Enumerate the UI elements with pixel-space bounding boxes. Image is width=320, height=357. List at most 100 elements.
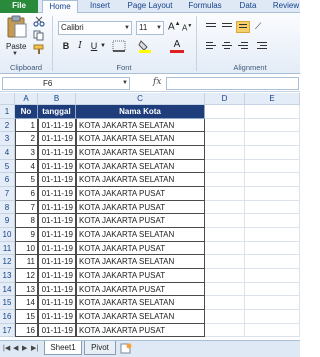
bold-button[interactable]: B: [60, 39, 72, 53]
empty-cell[interactable]: [245, 105, 300, 119]
paste-icon[interactable]: [6, 15, 28, 39]
empty-cell[interactable]: [245, 268, 300, 283]
table-header-cell[interactable]: No: [15, 105, 38, 119]
column-header-a[interactable]: A: [15, 93, 38, 105]
shrink-font-icon[interactable]: A▼: [182, 23, 192, 33]
insert-function-icon[interactable]: fx: [153, 77, 161, 87]
column-header-b[interactable]: B: [38, 93, 76, 105]
empty-cell[interactable]: [245, 309, 300, 324]
tab-file[interactable]: File: [0, 0, 38, 13]
table-cell[interactable]: 15: [15, 309, 38, 324]
font-size-dropdown[interactable]: 11 ▼: [136, 21, 164, 35]
empty-cell[interactable]: [205, 296, 245, 310]
orientation-icon[interactable]: ⟋: [255, 21, 269, 33]
empty-cell[interactable]: [205, 214, 245, 228]
table-cell[interactable]: 11: [15, 255, 38, 269]
empty-cell[interactable]: [245, 200, 300, 215]
table-header-cell[interactable]: Nama Kota: [76, 105, 205, 119]
empty-cell[interactable]: [205, 255, 245, 269]
sheet-tab-pivot[interactable]: Pivot: [84, 341, 116, 355]
empty-cell[interactable]: [245, 255, 300, 269]
row-header[interactable]: 14: [0, 282, 15, 297]
empty-cell[interactable]: [245, 159, 300, 174]
empty-cell[interactable]: [245, 296, 300, 310]
empty-cell[interactable]: [245, 214, 300, 228]
table-cell[interactable]: 13: [15, 282, 38, 297]
table-cell[interactable]: 14: [15, 296, 38, 310]
row-header[interactable]: 10: [0, 227, 15, 242]
align-center-icon[interactable]: [220, 40, 234, 52]
table-cell[interactable]: 3: [15, 145, 38, 160]
grow-font-icon[interactable]: A▲: [168, 21, 181, 32]
row-header[interactable]: 1: [0, 105, 15, 119]
table-cell[interactable]: 01-11-19: [38, 145, 76, 160]
table-cell[interactable]: KOTA JAKARTA SELATAN: [76, 159, 205, 174]
borders-icon[interactable]: [112, 40, 126, 52]
empty-cell[interactable]: [245, 132, 300, 146]
table-cell[interactable]: KOTA JAKARTA SELATAN: [76, 145, 205, 160]
table-cell[interactable]: 01-11-19: [38, 118, 76, 133]
empty-cell[interactable]: [205, 132, 245, 146]
tab-page-layout[interactable]: Page Layout: [122, 0, 178, 13]
empty-cell[interactable]: [205, 105, 245, 119]
row-header[interactable]: 2: [0, 118, 15, 133]
table-cell[interactable]: KOTA JAKARTA PUSAT: [76, 214, 205, 228]
decrease-indent-icon[interactable]: [255, 40, 269, 52]
empty-cell[interactable]: [205, 323, 245, 338]
tab-home[interactable]: Home: [42, 0, 78, 14]
paste-dropdown-icon[interactable]: ▼: [12, 51, 18, 57]
empty-cell[interactable]: [205, 186, 245, 201]
tab-data[interactable]: Data: [234, 0, 262, 13]
row-header[interactable]: 8: [0, 200, 15, 215]
sheet-tab-sheet1[interactable]: Sheet1: [44, 341, 82, 355]
table-cell[interactable]: 4: [15, 159, 38, 174]
table-cell[interactable]: 01-11-19: [38, 309, 76, 324]
row-header[interactable]: 5: [0, 159, 15, 174]
fill-color-icon[interactable]: [138, 39, 152, 53]
empty-cell[interactable]: [245, 227, 300, 242]
row-header[interactable]: 17: [0, 323, 15, 338]
row-header[interactable]: 9: [0, 214, 15, 228]
paste-button[interactable]: Paste: [6, 42, 26, 51]
empty-cell[interactable]: [245, 173, 300, 187]
chevron-down-icon[interactable]: ▼: [99, 39, 107, 53]
table-cell[interactable]: KOTA JAKARTA SELATAN: [76, 227, 205, 242]
table-cell[interactable]: 01-11-19: [38, 173, 76, 187]
empty-cell[interactable]: [245, 145, 300, 160]
table-cell[interactable]: KOTA JAKARTA SELATAN: [76, 173, 205, 187]
table-cell[interactable]: 01-11-19: [38, 227, 76, 242]
table-cell[interactable]: 9: [15, 227, 38, 242]
empty-cell[interactable]: [205, 241, 245, 256]
table-cell[interactable]: 2: [15, 132, 38, 146]
empty-cell[interactable]: [245, 186, 300, 201]
table-cell[interactable]: 10: [15, 241, 38, 256]
table-cell[interactable]: KOTA JAKARTA SELATAN: [76, 296, 205, 310]
empty-cell[interactable]: [245, 241, 300, 256]
row-header[interactable]: 7: [0, 186, 15, 201]
row-header[interactable]: 15: [0, 296, 15, 310]
align-bottom-icon[interactable]: [236, 21, 250, 33]
table-cell[interactable]: KOTA JAKARTA PUSAT: [76, 186, 205, 201]
row-header[interactable]: 12: [0, 255, 15, 269]
italic-button[interactable]: I: [74, 39, 86, 53]
align-middle-icon[interactable]: [220, 21, 234, 33]
row-header[interactable]: 3: [0, 132, 15, 146]
table-cell[interactable]: 7: [15, 200, 38, 215]
table-cell[interactable]: KOTA JAKARTA PUSAT: [76, 241, 205, 256]
empty-cell[interactable]: [245, 323, 300, 338]
column-header-c[interactable]: C: [76, 93, 205, 105]
tab-review[interactable]: Review: [266, 0, 306, 13]
table-cell[interactable]: 12: [15, 268, 38, 283]
table-cell[interactable]: 01-11-19: [38, 132, 76, 146]
table-cell[interactable]: 01-11-19: [38, 186, 76, 201]
table-cell[interactable]: KOTA JAKARTA SELATAN: [76, 132, 205, 146]
empty-cell[interactable]: [205, 173, 245, 187]
table-cell[interactable]: KOTA JAKARTA PUSAT: [76, 268, 205, 283]
empty-cell[interactable]: [245, 118, 300, 133]
last-sheet-icon[interactable]: ▶|: [31, 344, 38, 352]
insert-sheet-icon[interactable]: [120, 343, 132, 354]
empty-cell[interactable]: [205, 227, 245, 242]
empty-cell[interactable]: [205, 118, 245, 133]
table-cell[interactable]: 01-11-19: [38, 282, 76, 297]
select-all-corner[interactable]: [0, 93, 15, 105]
